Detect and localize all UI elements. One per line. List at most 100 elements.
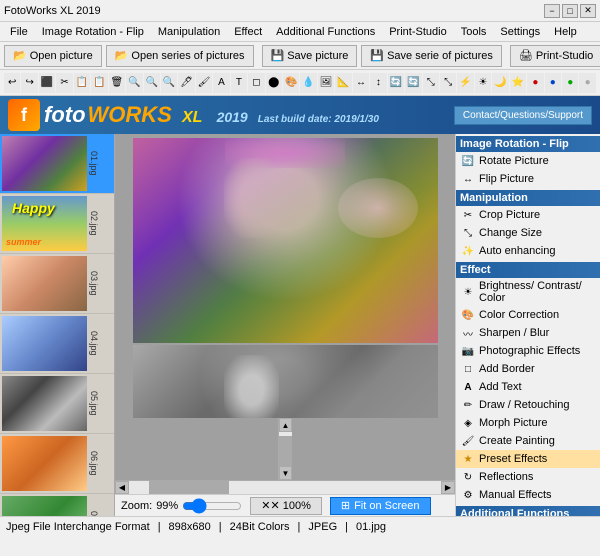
cut-icon-btn[interactable]: ✂ bbox=[56, 73, 72, 93]
manual-effects-item[interactable]: ⚙ Manual Effects bbox=[456, 486, 600, 504]
auto-enhance-item[interactable]: ✨ Auto enhancing bbox=[456, 242, 600, 260]
circle-icon-btn[interactable]: ⬤ bbox=[266, 73, 282, 93]
scroll-thumb[interactable] bbox=[279, 436, 292, 466]
save-series-button[interactable]: 💾 Save serie of pictures bbox=[361, 45, 501, 67]
add-text-label: Add Text bbox=[479, 381, 522, 393]
create-painting-item[interactable]: 🖌 Create Painting bbox=[456, 432, 600, 450]
filename: 01.jpg bbox=[356, 521, 386, 533]
rotate-l-icon-btn[interactable]: 🔄 bbox=[388, 73, 404, 93]
menu-file[interactable]: File bbox=[4, 24, 34, 40]
flip-h-icon-btn[interactable]: ↔ bbox=[353, 73, 369, 93]
blue-icon-btn[interactable]: ● bbox=[545, 73, 561, 93]
contact-button[interactable]: Contact/Questions/Support bbox=[454, 106, 592, 125]
thumbnail-item-2[interactable]: Happy summer 02.jpg bbox=[0, 194, 114, 254]
flip-label: Flip Picture bbox=[479, 173, 534, 185]
flip-picture-item[interactable]: ↔ Flip Picture bbox=[456, 170, 600, 188]
sharpen-item[interactable]: 〰 Sharpen / Blur bbox=[456, 324, 600, 342]
open-series-button[interactable]: 📂 Open series of pictures bbox=[106, 45, 254, 67]
horizontal-scrollbar[interactable]: ◀ ▶ bbox=[115, 480, 455, 494]
thumbnail-item-1[interactable]: 01.jpg bbox=[0, 134, 114, 194]
paste-icon-btn[interactable]: 📋 bbox=[91, 73, 107, 93]
crop-item[interactable]: ✂ Crop Picture bbox=[456, 206, 600, 224]
rotate-picture-item[interactable]: 🔄 Rotate Picture bbox=[456, 152, 600, 170]
thumbnail-item-6[interactable]: 06.jpg bbox=[0, 434, 114, 494]
separator-2: | bbox=[219, 521, 222, 533]
thumbnail-image-2: Happy summer bbox=[2, 196, 87, 251]
zoom-out-icon-btn[interactable]: 🔍 bbox=[144, 73, 160, 93]
zoom-in-icon-btn[interactable]: 🔍 bbox=[126, 73, 142, 93]
undo-icon-btn[interactable]: ↩ bbox=[4, 73, 20, 93]
zoom-100-button[interactable]: ✕ ✕ 100% bbox=[250, 497, 322, 515]
maximize-button[interactable]: □ bbox=[562, 4, 578, 18]
menu-additional[interactable]: Additional Functions bbox=[270, 24, 381, 40]
brightness-icon-btn[interactable]: ☀ bbox=[475, 73, 491, 93]
menu-tools[interactable]: Tools bbox=[455, 24, 493, 40]
copy-icon-btn[interactable]: 📋 bbox=[74, 73, 90, 93]
thumbnail-item-5[interactable]: 05.jpg bbox=[0, 374, 114, 434]
minimize-button[interactable]: − bbox=[544, 4, 560, 18]
rect-icon-btn[interactable]: ◻ bbox=[248, 73, 264, 93]
menu-manipulation[interactable]: Manipulation bbox=[152, 24, 226, 40]
color-correction-item[interactable]: 🎨 Color Correction bbox=[456, 306, 600, 324]
file-format: Jpeg File Interchange Format bbox=[6, 521, 150, 533]
thumbnail-label-4: 04.jpg bbox=[89, 331, 99, 356]
eyedropper-icon-btn[interactable]: 💧 bbox=[300, 73, 316, 93]
resize2-icon-btn[interactable]: ⤡ bbox=[440, 73, 456, 93]
menu-print[interactable]: Print-Studio bbox=[383, 24, 452, 40]
redo-icon-btn[interactable]: ↪ bbox=[21, 73, 37, 93]
hscroll-thumb[interactable] bbox=[149, 481, 229, 494]
photo-effects-icon: 📷 bbox=[460, 344, 476, 358]
scroll-up-btn[interactable]: ▲ bbox=[279, 418, 292, 432]
scroll-right-btn[interactable]: ▶ bbox=[441, 481, 455, 494]
fit-screen-button[interactable]: ⊞ Fit on Screen bbox=[330, 497, 431, 515]
brightness-item[interactable]: ☀ Brightness/ Contrast/ Color bbox=[456, 278, 600, 306]
scroll-down-btn[interactable]: ▼ bbox=[279, 466, 292, 480]
resize-icon-btn[interactable]: ⤡ bbox=[423, 73, 439, 93]
thumbnail-item-3[interactable]: 03.jpg bbox=[0, 254, 114, 314]
crop-icon-btn[interactable]: 📐 bbox=[335, 73, 351, 93]
fill-icon-btn[interactable]: ⬛ bbox=[39, 73, 55, 93]
photographic-effects-item[interactable]: 📷 Photographic Effects bbox=[456, 342, 600, 360]
scroll-left-btn[interactable]: ◀ bbox=[115, 481, 129, 494]
morph-label: Morph Picture bbox=[479, 417, 547, 429]
white-icon-btn[interactable]: ● bbox=[579, 73, 595, 93]
thumbnail-item-7[interactable]: 07.jpg bbox=[0, 494, 114, 516]
rotate-r-icon-btn[interactable]: 🔄 bbox=[405, 73, 421, 93]
text2-icon-btn[interactable]: T bbox=[231, 73, 247, 93]
menu-rotation[interactable]: Image Rotation - Flip bbox=[36, 24, 150, 40]
canvas-area[interactable]: ▲ ▼ bbox=[115, 134, 455, 480]
close-button[interactable]: ✕ bbox=[580, 4, 596, 18]
thumbnail-item-4[interactable]: 04.jpg bbox=[0, 314, 114, 374]
text-icon-btn[interactable]: A bbox=[213, 73, 229, 93]
color-picker-icon-btn[interactable]: 🎨 bbox=[283, 73, 299, 93]
brightness-label: Brightness/ Contrast/ Color bbox=[479, 280, 596, 304]
print-studio-button[interactable]: 🖨 Print-Studio bbox=[510, 45, 600, 67]
reflections-item[interactable]: ↻ Reflections bbox=[456, 468, 600, 486]
flash-icon-btn[interactable]: ⚡ bbox=[457, 73, 473, 93]
right-panel: Image Rotation - Flip 🔄 Rotate Picture ↔… bbox=[455, 134, 600, 516]
image-icon-btn[interactable]: 🖼 bbox=[318, 73, 334, 93]
star2-icon-btn[interactable]: ⭐ bbox=[510, 73, 526, 93]
red-icon-btn[interactable]: ● bbox=[527, 73, 543, 93]
contrast-icon-btn[interactable]: 🌙 bbox=[492, 73, 508, 93]
zoom-slider[interactable] bbox=[182, 501, 242, 511]
save-picture-button[interactable]: 💾 Save picture bbox=[262, 45, 358, 67]
delete-icon-btn[interactable]: 🗑 bbox=[109, 73, 125, 93]
green-icon-btn[interactable]: ● bbox=[562, 73, 578, 93]
brush-icon-btn[interactable]: 🖌 bbox=[196, 73, 212, 93]
menu-settings[interactable]: Settings bbox=[494, 24, 546, 40]
preset-effects-item[interactable]: ★ Preset Effects bbox=[456, 450, 600, 468]
change-size-item[interactable]: ⤡ Change Size bbox=[456, 224, 600, 242]
section-rotation-title: Image Rotation - Flip bbox=[456, 136, 600, 152]
flip-v-icon-btn[interactable]: ↕ bbox=[370, 73, 386, 93]
pen-icon-btn[interactable]: 🖊 bbox=[178, 73, 194, 93]
zoom-fit-icon-btn[interactable]: 🔍 bbox=[161, 73, 177, 93]
open-picture-button[interactable]: 📂 Open picture bbox=[4, 45, 102, 67]
vertical-scrollbar[interactable]: ▲ ▼ bbox=[278, 418, 292, 480]
add-border-item[interactable]: □ Add Border bbox=[456, 360, 600, 378]
menu-help[interactable]: Help bbox=[548, 24, 583, 40]
morph-item[interactable]: ◈ Morph Picture bbox=[456, 414, 600, 432]
draw-retouching-item[interactable]: ✏ Draw / Retouching bbox=[456, 396, 600, 414]
menu-effect[interactable]: Effect bbox=[228, 24, 268, 40]
add-text-item[interactable]: A Add Text bbox=[456, 378, 600, 396]
